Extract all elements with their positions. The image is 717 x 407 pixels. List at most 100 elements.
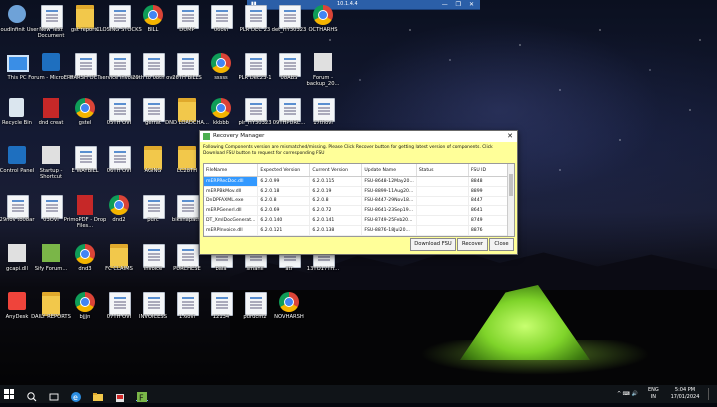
txt-icon xyxy=(177,53,199,77)
task-view-icon[interactable] xyxy=(48,388,60,401)
table-cell: 8848 xyxy=(468,176,513,187)
shortcut-icon xyxy=(8,244,26,262)
table-row[interactable]: mERPBkMov.dll 6.2.0.18 6.2.0.19 FSU-8899-11… xyxy=(204,186,513,197)
table-cell xyxy=(416,196,469,207)
folder-icon xyxy=(76,5,94,29)
table-cell: 6.2.0.19 xyxy=(309,186,363,197)
dialog-title: Recovery Manager xyxy=(213,133,265,139)
table-cell: 6.2.0.69 xyxy=(257,205,311,217)
table-cell: 6.2.0.140 xyxy=(257,215,311,226)
grid-scrollbar[interactable] xyxy=(507,164,514,236)
desktop: ▮▮ 10.1.4.4 — ❐ ✕ CloudInfinit UserNew T… xyxy=(0,0,717,385)
txt-icon xyxy=(143,292,165,316)
txt-icon xyxy=(41,195,63,219)
download-fsu-button[interactable]: Download FSU xyxy=(410,238,456,251)
clock[interactable]: 5:04 PM 17/01/2024 xyxy=(665,387,705,400)
components-grid[interactable]: FileName Expected Version Current Version U… xyxy=(203,163,515,237)
table-cell: mERPRecDoc.dll xyxy=(204,176,259,187)
table-cell xyxy=(416,186,469,197)
table-cell: 8641 xyxy=(468,205,513,217)
close-button[interactable]: Close xyxy=(489,238,514,251)
language-indicator[interactable]: ENG IN xyxy=(648,387,659,400)
txt-icon xyxy=(41,5,63,29)
table-cell: mERPGenerl.dll xyxy=(204,205,259,217)
table-cell xyxy=(416,215,469,226)
sify-icon xyxy=(42,244,60,262)
table-cell xyxy=(416,176,469,187)
system-tray-icons[interactable]: ^ ⌨ 🔊 xyxy=(617,385,638,403)
table-cell: 6.2.0.72 xyxy=(309,205,363,217)
table-header-row: FileName Expected Version Current Version U… xyxy=(204,164,513,177)
show-desktop-button[interactable] xyxy=(708,388,715,400)
desktop-icon[interactable]: Forum -backup_20... xyxy=(300,51,346,97)
desktop-icon[interactable]: OCTHARHS xyxy=(300,3,346,49)
column-header[interactable]: Status xyxy=(416,164,469,177)
folder-icon xyxy=(144,146,162,170)
recover-button[interactable]: Recover xyxy=(457,238,488,251)
chrome-icon xyxy=(143,5,163,25)
edge-browser-icon[interactable]: e xyxy=(70,388,82,402)
recovery-manager-app-icon xyxy=(203,133,210,140)
table-cell: 6.2.0.121 xyxy=(257,225,311,236)
txt-icon xyxy=(7,195,29,219)
app-icon xyxy=(8,146,26,164)
table-cell: FSU-8876-18Jul20... xyxy=(361,225,417,236)
txt-icon xyxy=(75,146,97,170)
search-icon[interactable] xyxy=(26,388,38,402)
table-cell: FSU-8648-12May20... xyxy=(361,176,417,187)
table-cell: FSU-8749-25Feb20... xyxy=(361,215,417,226)
chrome-icon xyxy=(211,98,231,118)
store-icon[interactable] xyxy=(114,388,126,402)
table-cell: 6.2.0.8 xyxy=(309,196,363,207)
table-cell: 6.2.0.99 xyxy=(257,176,311,187)
pc-icon xyxy=(7,55,29,72)
txt-icon xyxy=(177,195,199,219)
dialog-body: Following Components version are mismatc… xyxy=(200,142,517,254)
chrome-icon xyxy=(279,292,299,312)
table-row[interactable]: DT_XmlDocGenerat... 6.2.0.140 6.2.0.141 FSU… xyxy=(204,215,513,226)
txt-icon xyxy=(109,98,131,122)
table-row[interactable]: mERPInvoice.dll 6.2.0.121 6.2.0.138 FSU-887… xyxy=(204,225,513,236)
region-code: IN xyxy=(650,393,656,400)
remote-bar-window-controls[interactable]: — ❐ ✕ xyxy=(442,0,477,9)
table-cell: 6.2.0.138 xyxy=(309,225,363,236)
desktop-icon-label: OCTHARHS xyxy=(308,27,338,33)
table-cell: FSU-8641-23Sep19... xyxy=(361,205,417,217)
scrollbar-thumb[interactable] xyxy=(509,174,513,196)
table-cell: 6.2.0.141 xyxy=(309,215,363,226)
table-cell: 8749 xyxy=(468,215,513,226)
user-icon xyxy=(8,5,26,23)
desktop-icon-label: 17thovi xyxy=(313,120,333,126)
folder-icon xyxy=(42,292,60,316)
forum-erp-taskbar-icon[interactable]: F xyxy=(136,388,148,403)
desktop-icon[interactable]: NOVHARSH xyxy=(266,290,312,336)
txt-icon xyxy=(75,53,97,77)
table-cell: 8899 xyxy=(468,186,513,197)
close-icon[interactable]: ✕ xyxy=(507,131,513,142)
column-header[interactable]: FSU ID xyxy=(468,164,513,177)
components-table: FileName Expected Version Current Version U… xyxy=(204,164,513,236)
column-header[interactable]: Expected Version xyxy=(257,164,311,177)
txt-icon xyxy=(109,146,131,170)
desktop-icon-label: NOVHARSH xyxy=(274,314,304,320)
column-header[interactable]: Update Name xyxy=(361,164,417,177)
language-code: ENG xyxy=(648,387,659,393)
anydesk-icon xyxy=(8,292,26,310)
dialog-titlebar[interactable]: Recovery Manager ✕ xyxy=(200,131,517,142)
desktop-icon-label: 13TO17TH... xyxy=(306,266,340,272)
txt-icon xyxy=(109,292,131,316)
table-cell xyxy=(416,205,469,217)
column-header[interactable]: Current Version xyxy=(309,164,363,177)
pdf-icon xyxy=(43,98,59,118)
table-row[interactable]: mERPGenerl.dll 6.2.0.69 6.2.0.72 FSU-8641-2… xyxy=(204,205,513,217)
txt-icon xyxy=(177,5,199,29)
desktop-icon-label: Forum -backup_20... xyxy=(306,75,340,87)
table-row[interactable]: mERPRecDoc.dll 6.2.0.99 6.2.0.115 FSU-8648-… xyxy=(204,176,513,187)
txt-icon xyxy=(177,292,199,316)
start-button[interactable] xyxy=(4,389,14,399)
dialog-message: Following Components version are mismatc… xyxy=(203,145,493,156)
table-row[interactable]: DnDPFAXML.exe 6.2.0.8 6.2.0.8 FSU-8447-29No… xyxy=(204,196,513,207)
recycle-icon xyxy=(9,98,24,117)
column-header[interactable]: FileName xyxy=(204,164,259,177)
file-explorer-icon[interactable] xyxy=(92,388,104,401)
